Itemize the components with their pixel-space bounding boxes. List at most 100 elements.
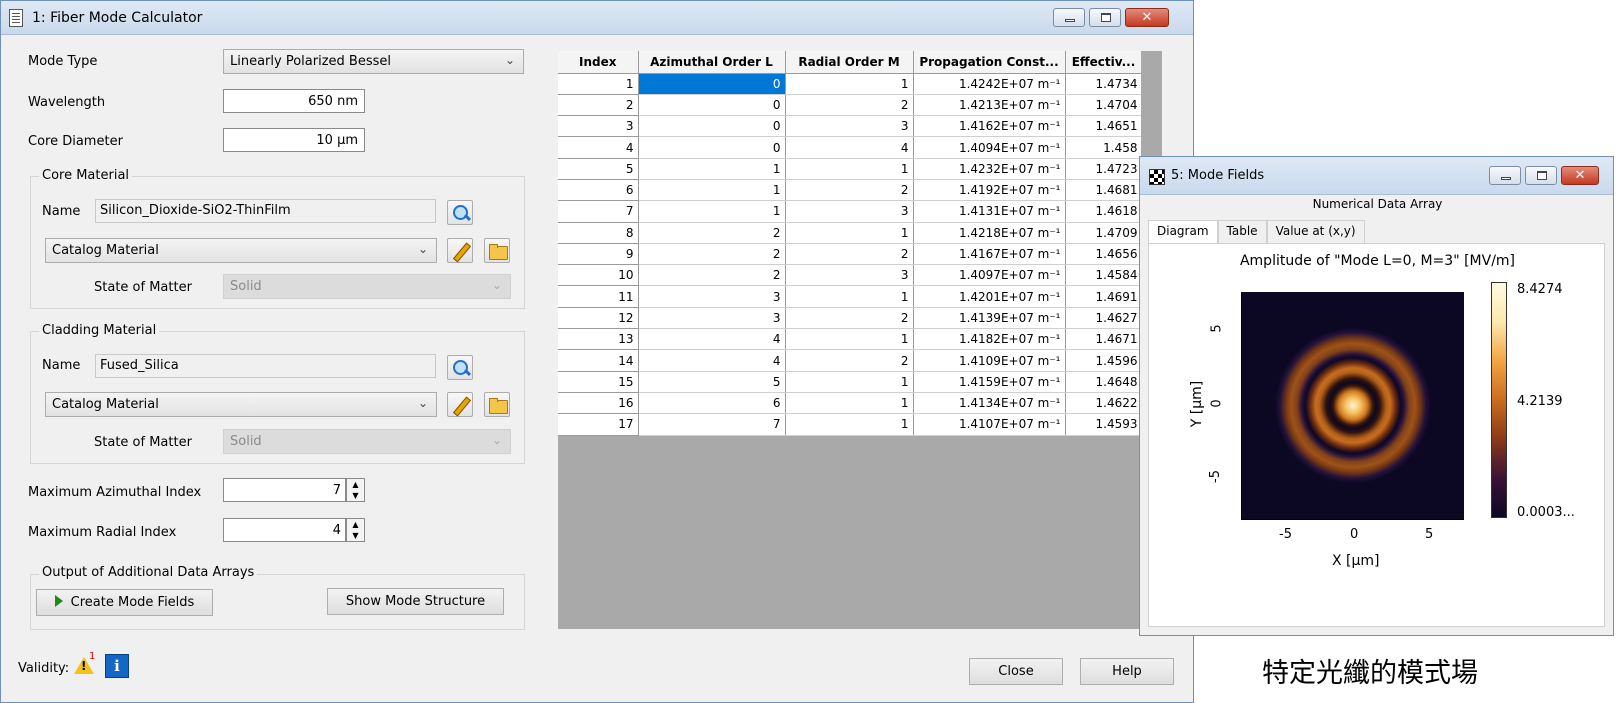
table-cell[interactable]: 1.4584 <box>1065 264 1143 287</box>
title-bar[interactable]: 1: Fiber Mode Calculator ✕ <box>1 1 1193 35</box>
table-row[interactable]: 16 6 1 1.4134E+07 m⁻¹ 1.4622 <box>558 392 1143 415</box>
mode-type-select[interactable]: Linearly Polarized Bessel ⌄ <box>223 49 524 74</box>
table-row[interactable]: 13 4 1 1.4182E+07 m⁻¹ 1.4671 <box>558 328 1143 351</box>
stepper-arrows[interactable]: ▲ ▼ <box>346 518 365 542</box>
table-cell[interactable]: 1.4131E+07 m⁻¹ <box>913 200 1066 223</box>
column-header[interactable]: Effectiv... <box>1065 51 1143 74</box>
table-cell[interactable]: 4 <box>558 136 639 159</box>
table-cell[interactable]: 1.4192E+07 m⁻¹ <box>913 179 1066 202</box>
table-cell[interactable]: 10 <box>558 264 639 287</box>
table-cell[interactable]: 1 <box>785 158 914 180</box>
table-row[interactable]: 11 3 1 1.4201E+07 m⁻¹ 1.4691 <box>558 285 1143 308</box>
table-cell[interactable]: 5 <box>558 158 639 180</box>
table-row[interactable]: 10 2 3 1.4097E+07 m⁻¹ 1.4584 <box>558 264 1143 287</box>
table-cell[interactable]: 1.4651 <box>1065 115 1143 138</box>
table-cell[interactable]: 3 <box>558 115 639 138</box>
table-cell[interactable]: 1.458 <box>1065 136 1143 159</box>
table-cell[interactable]: 1.4723 <box>1065 158 1143 180</box>
table-cell[interactable]: 1.4656 <box>1065 243 1143 266</box>
table-cell[interactable]: 11 <box>558 285 639 308</box>
table-cell[interactable]: 2 <box>558 94 639 117</box>
table-row[interactable]: 8 2 1 1.4218E+07 m⁻¹ 1.4709 <box>558 222 1143 244</box>
table-cell[interactable]: 1.4162E+07 m⁻¹ <box>913 115 1066 138</box>
table-cell[interactable]: 1.4134E+07 m⁻¹ <box>913 392 1066 415</box>
table-cell[interactable]: 1 <box>785 371 914 393</box>
stepper-arrows[interactable]: ▲ ▼ <box>346 478 365 502</box>
table-row[interactable]: 4 0 4 1.4094E+07 m⁻¹ 1.458 <box>558 136 1143 159</box>
table-cell[interactable]: 6 <box>558 179 639 202</box>
fields-maximize-button[interactable] <box>1525 166 1557 185</box>
table-cell[interactable]: 13 <box>558 328 639 351</box>
table-cell[interactable]: 16 <box>558 392 639 415</box>
table-cell[interactable]: 2 <box>638 264 786 287</box>
table-cell[interactable]: 1.4671 <box>1065 328 1143 351</box>
table-cell[interactable]: 2 <box>785 94 914 117</box>
table-row[interactable]: 17 7 1 1.4107E+07 m⁻¹ 1.4593 <box>558 413 1143 436</box>
table-row[interactable]: 7 1 3 1.4131E+07 m⁻¹ 1.4618 <box>558 200 1143 223</box>
table-cell[interactable]: 1.4139E+07 m⁻¹ <box>913 307 1066 330</box>
table-cell[interactable]: 1 <box>638 158 786 180</box>
table-row[interactable]: 6 1 2 1.4192E+07 m⁻¹ 1.4681 <box>558 179 1143 202</box>
table-cell[interactable]: 2 <box>785 243 914 266</box>
table-cell[interactable]: 1 <box>558 73 639 95</box>
table-cell[interactable]: 0 <box>638 115 786 138</box>
close-button[interactable]: Close <box>969 658 1063 685</box>
table-cell[interactable]: 4 <box>638 328 786 351</box>
table-cell[interactable]: 1 <box>785 285 914 308</box>
up-arrow-icon[interactable]: ▲ <box>347 479 364 490</box>
info-icon[interactable]: i <box>105 654 129 678</box>
table-cell[interactable]: 4 <box>638 349 786 372</box>
table-cell[interactable]: 8 <box>558 222 639 244</box>
up-arrow-icon[interactable]: ▲ <box>347 519 364 530</box>
table-cell[interactable]: 3 <box>785 264 914 287</box>
table-cell[interactable]: 1.4709 <box>1065 222 1143 244</box>
table-row[interactable]: 1 0 1 1.4242E+07 m⁻¹ 1.4734 <box>558 73 1143 95</box>
cladding-search-icon[interactable] <box>447 355 473 380</box>
table-cell[interactable]: 2 <box>638 222 786 244</box>
table-row[interactable]: 14 4 2 1.4109E+07 m⁻¹ 1.4596 <box>558 349 1143 372</box>
table-cell[interactable]: 1.4097E+07 m⁻¹ <box>913 264 1066 287</box>
table-cell[interactable]: 1.4094E+07 m⁻¹ <box>913 136 1066 159</box>
tab-value-at-xy[interactable]: Value at (x,y) <box>1266 220 1365 244</box>
down-arrow-icon[interactable]: ▼ <box>347 530 364 541</box>
table-cell[interactable]: 1.4167E+07 m⁻¹ <box>913 243 1066 266</box>
table-cell[interactable]: 7 <box>638 413 786 436</box>
table-cell[interactable]: 1 <box>785 328 914 351</box>
table-cell[interactable]: 1 <box>785 73 914 95</box>
table-cell[interactable]: 1.4218E+07 m⁻¹ <box>913 222 1066 244</box>
table-row[interactable]: 15 5 1 1.4159E+07 m⁻¹ 1.4648 <box>558 371 1143 393</box>
table-cell[interactable]: 1.4618 <box>1065 200 1143 223</box>
core-open-folder-icon[interactable] <box>484 238 510 263</box>
table-cell[interactable]: 6 <box>638 392 786 415</box>
table-cell[interactable]: 1.4593 <box>1065 413 1143 436</box>
table-cell[interactable]: 1.4182E+07 m⁻¹ <box>913 328 1066 351</box>
table-cell[interactable]: 3 <box>638 285 786 308</box>
core-name-field[interactable]: Silicon_Dioxide-SiO2-ThinFilm <box>95 199 436 223</box>
table-cell[interactable]: 2 <box>785 307 914 330</box>
table-cell[interactable]: 0 <box>638 136 786 159</box>
fields-close-button[interactable]: ✕ <box>1561 166 1599 185</box>
fields-minimize-button[interactable] <box>1489 166 1521 185</box>
table-cell[interactable]: 1 <box>638 200 786 223</box>
table-cell[interactable]: 1.4213E+07 m⁻¹ <box>913 94 1066 117</box>
max-radial-stepper[interactable]: 4 ▲ ▼ <box>223 518 365 542</box>
table-cell[interactable]: 1.4691 <box>1065 285 1143 308</box>
table-cell[interactable]: 4 <box>785 136 914 159</box>
table-cell[interactable]: 1.4627 <box>1065 307 1143 330</box>
table-row[interactable]: 2 0 2 1.4213E+07 m⁻¹ 1.4704 <box>558 94 1143 117</box>
table-cell[interactable]: 15 <box>558 371 639 393</box>
mode-field-heatmap[interactable] <box>1242 292 1464 519</box>
table-cell[interactable]: 1.4107E+07 m⁻¹ <box>913 413 1066 436</box>
table-cell[interactable]: 2 <box>785 179 914 202</box>
table-cell[interactable]: 2 <box>785 349 914 372</box>
table-cell[interactable]: 1.4159E+07 m⁻¹ <box>913 371 1066 393</box>
table-cell[interactable]: 7 <box>558 200 639 223</box>
table-cell[interactable]: 1 <box>785 413 914 436</box>
table-row[interactable]: 3 0 3 1.4162E+07 m⁻¹ 1.4651 <box>558 115 1143 138</box>
table-row[interactable]: 5 1 1 1.4232E+07 m⁻¹ 1.4723 <box>558 158 1143 180</box>
wavelength-input[interactable]: 650 nm <box>223 89 365 113</box>
table-cell[interactable]: 1.4201E+07 m⁻¹ <box>913 285 1066 308</box>
table-cell[interactable]: 0 <box>638 94 786 117</box>
table-cell[interactable]: 17 <box>558 413 639 436</box>
column-header[interactable]: Index <box>558 51 639 74</box>
